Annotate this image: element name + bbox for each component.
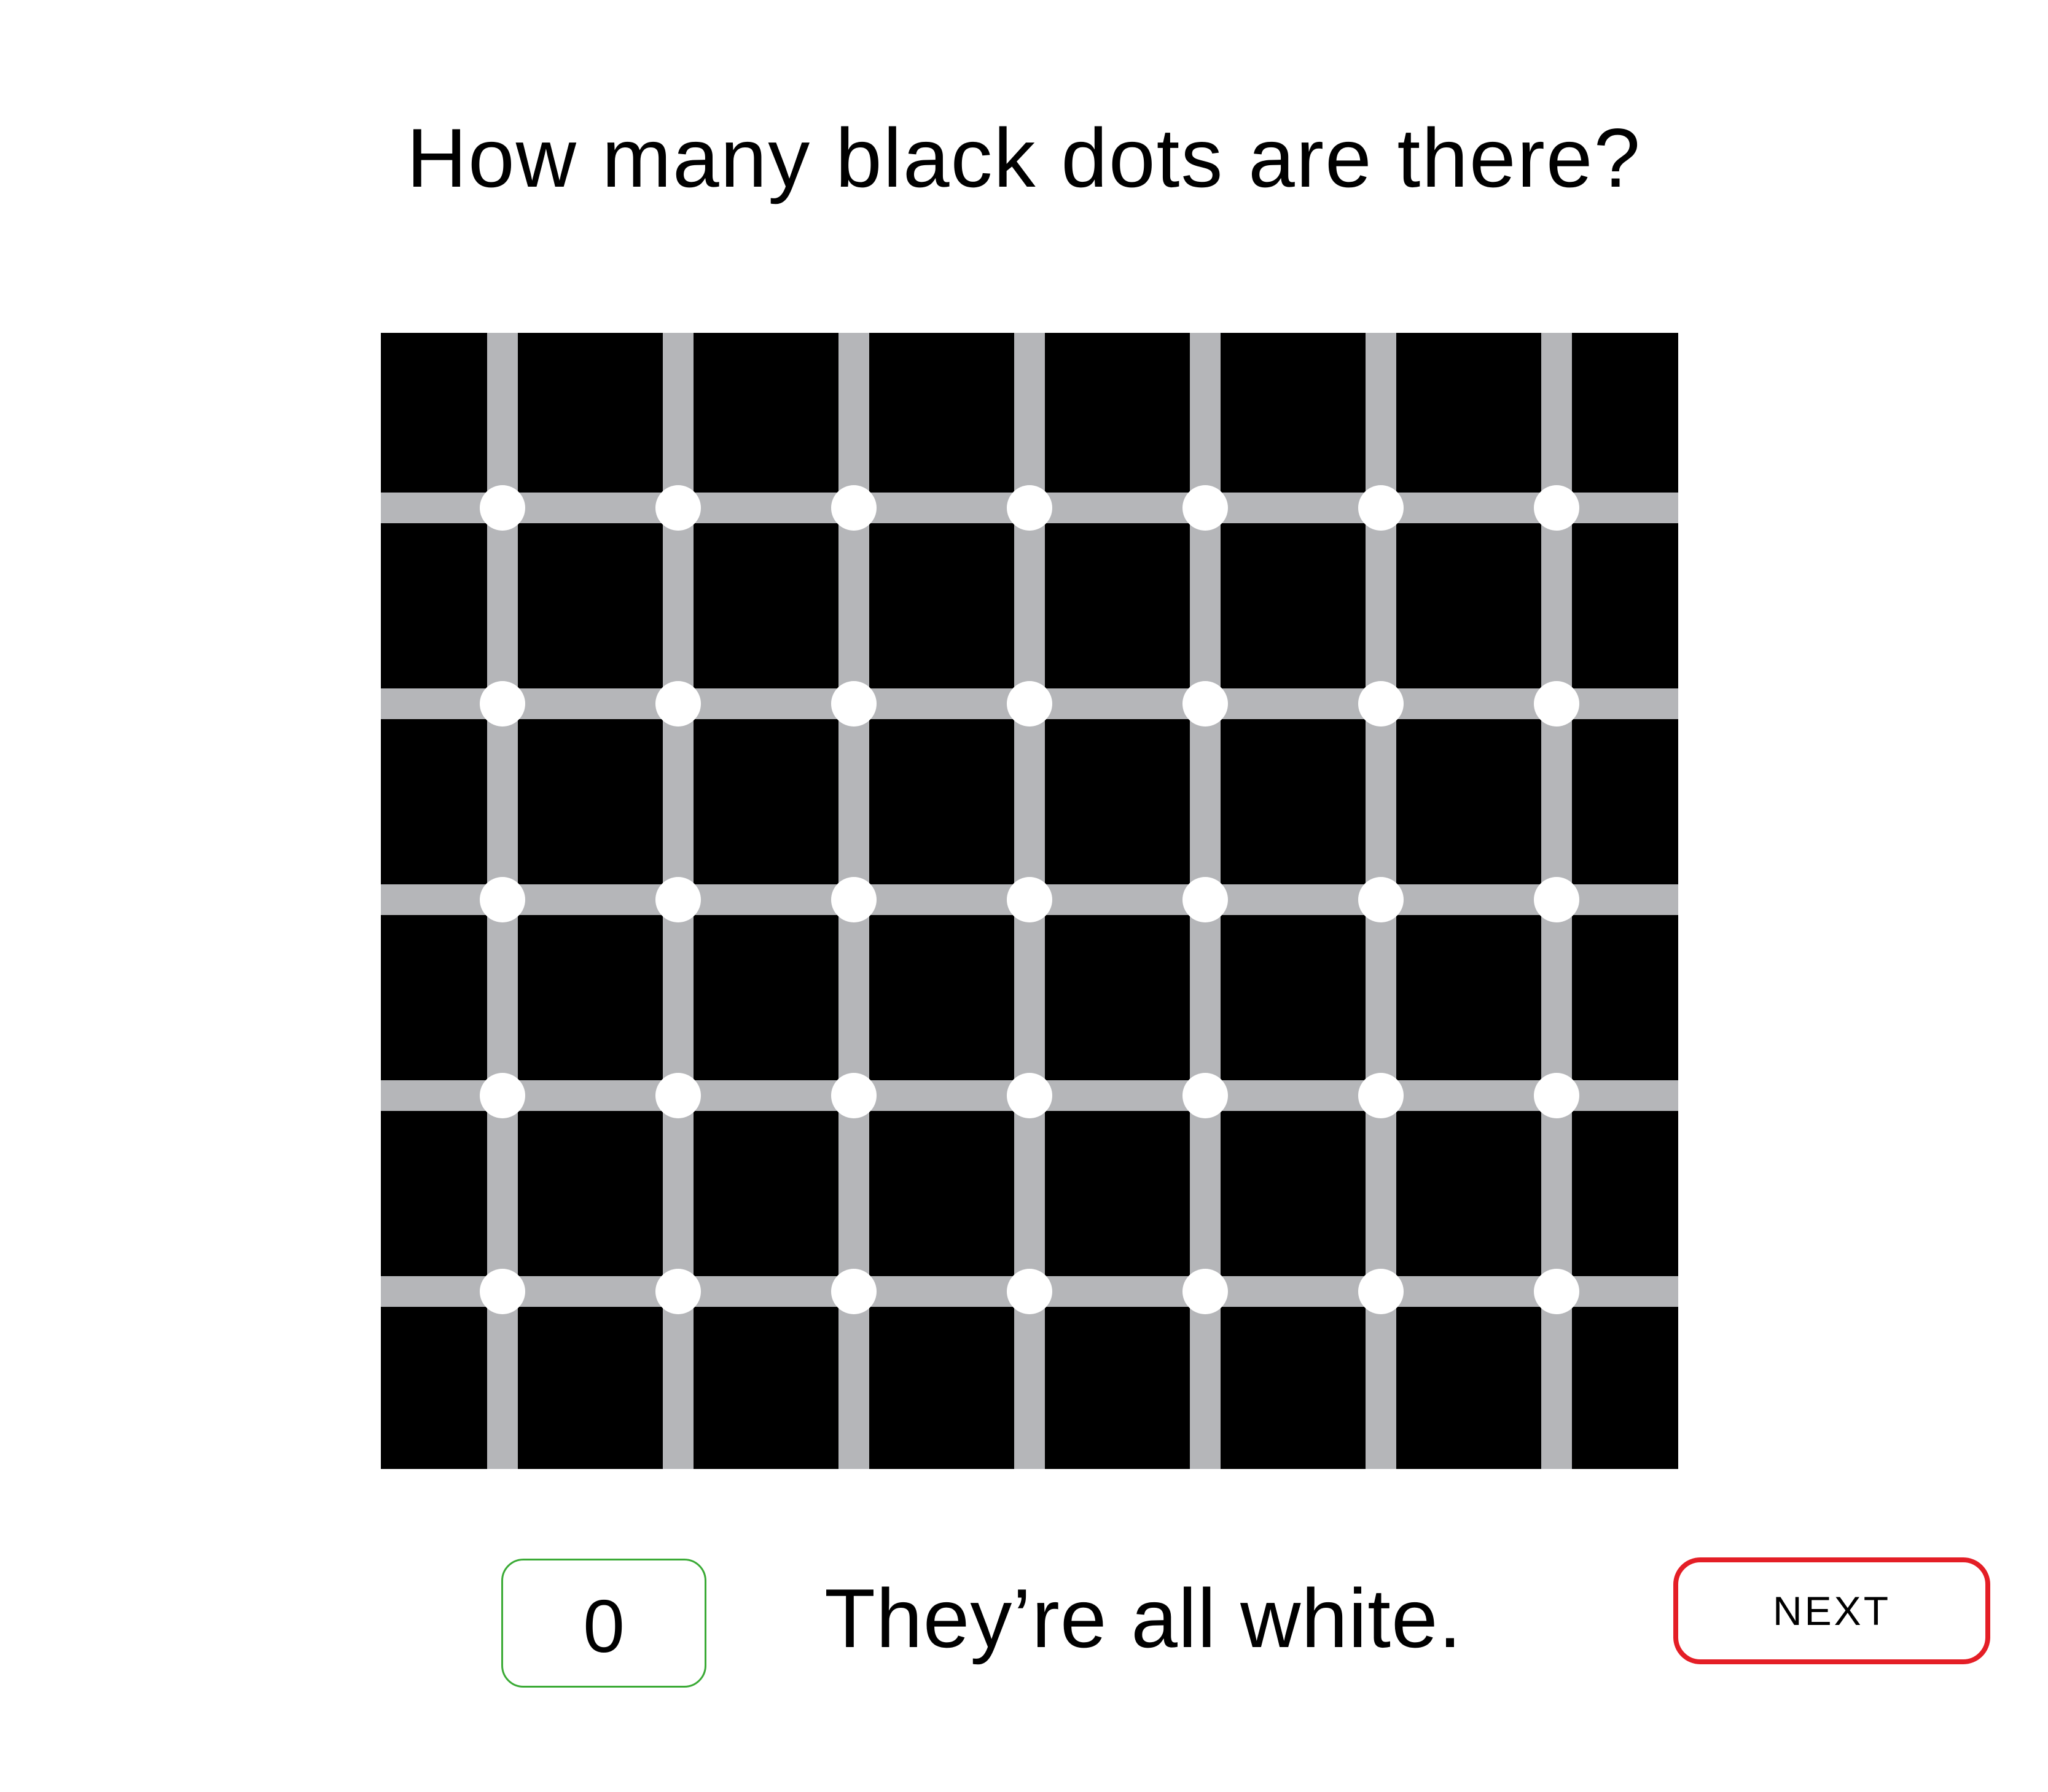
grid-intersection-dot	[1358, 1269, 1404, 1314]
grid-intersection-dot	[1358, 681, 1404, 727]
grid-intersection-dot	[1007, 877, 1052, 922]
grid-intersection-dot	[1534, 681, 1579, 727]
grid-intersection-dot	[655, 485, 701, 531]
grid-intersection-dot	[480, 681, 525, 727]
grid-intersection-dot	[480, 877, 525, 922]
grid-intersection-dot	[1007, 485, 1052, 531]
grid-intersection-dot	[1534, 1269, 1579, 1314]
grid-graphic	[381, 333, 1678, 1469]
grid-intersection-dot	[1182, 877, 1228, 922]
scintillating-grid-illusion	[381, 333, 1678, 1469]
grid-intersection-dot	[655, 1269, 701, 1314]
grid-intersection-dot	[831, 681, 877, 727]
grid-intersection-dot	[1007, 1073, 1052, 1118]
grid-intersection-dot	[1358, 877, 1404, 922]
grid-intersection-dot	[1182, 681, 1228, 727]
grid-intersection-dot	[1534, 877, 1579, 922]
grid-intersection-dot	[655, 877, 701, 922]
next-button[interactable]: NEXT	[1673, 1557, 1990, 1664]
grid-intersection-dot	[1007, 681, 1052, 727]
grid-intersection-dot	[831, 1073, 877, 1118]
grid-intersection-dot	[1007, 1269, 1052, 1314]
answer-count-box: 0	[501, 1559, 706, 1688]
grid-intersection-dot	[831, 1269, 877, 1314]
question-title: How many black dots are there?	[406, 111, 1642, 205]
grid-intersection-dot	[1534, 485, 1579, 531]
grid-intersection-dot	[480, 1073, 525, 1118]
grid-intersection-dot	[1358, 485, 1404, 531]
grid-intersection-dot	[1182, 1073, 1228, 1118]
grid-intersection-dot	[1182, 1269, 1228, 1314]
grid-intersection-dot	[831, 485, 877, 531]
grid-intersection-dot	[1182, 485, 1228, 531]
grid-intersection-dot	[655, 1073, 701, 1118]
answer-explanation: They’re all white.	[824, 1572, 1463, 1665]
grid-intersection-dot	[1534, 1073, 1579, 1118]
grid-intersection-dot	[655, 681, 701, 727]
grid-intersection-dot	[480, 1269, 525, 1314]
grid-intersection-dot	[1358, 1073, 1404, 1118]
grid-intersection-dot	[480, 485, 525, 531]
grid-intersection-dot	[831, 877, 877, 922]
